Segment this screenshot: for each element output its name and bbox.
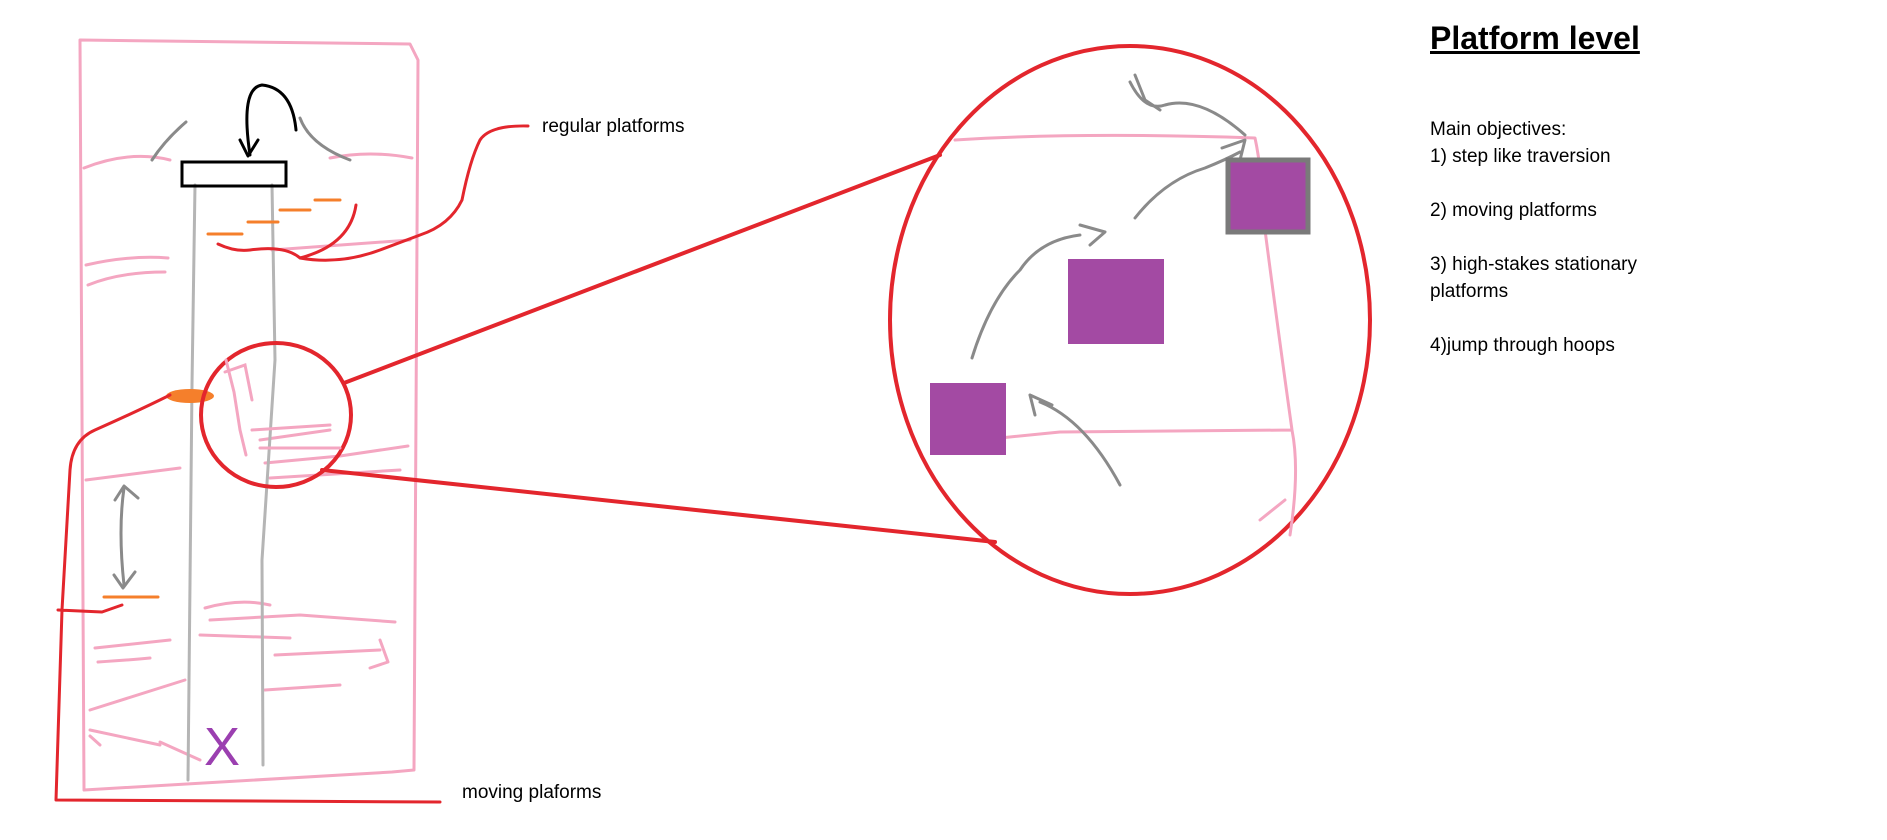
objectives-list: Main objectives: 1) step like traversion… — [1430, 116, 1660, 359]
top-gray-arrow-left — [150, 120, 188, 162]
objectives-heading: Main objectives: — [1430, 119, 1567, 140]
zoom-detail-circle — [888, 44, 1372, 596]
guide-lines — [186, 183, 277, 782]
vertical-double-arrow — [119, 486, 126, 587]
objective-item: 2) moving platforms — [1430, 200, 1597, 221]
objective-item: 4)jump through hoops — [1430, 335, 1615, 356]
stationary-block-high — [1225, 157, 1311, 235]
vertical-arrow-top-head — [113, 484, 140, 502]
top-gray-arrow-right — [298, 116, 352, 162]
objective-item: 3) high-stakes stationary platforms — [1430, 254, 1637, 302]
stationary-block-mid — [1068, 259, 1164, 344]
stationary-block-low — [930, 383, 1006, 455]
moving-platforms-label: moving plaforms — [462, 782, 602, 803]
zoom-connector-lines — [320, 153, 997, 544]
regular-platforms-callout — [216, 124, 530, 262]
regular-platforms-label: regular platforms — [542, 116, 685, 137]
top-platform — [180, 160, 288, 188]
goal-mark: X — [204, 717, 240, 777]
objective-item: 1) step like traversion — [1430, 146, 1611, 167]
page-title: Platform level — [1430, 20, 1640, 56]
